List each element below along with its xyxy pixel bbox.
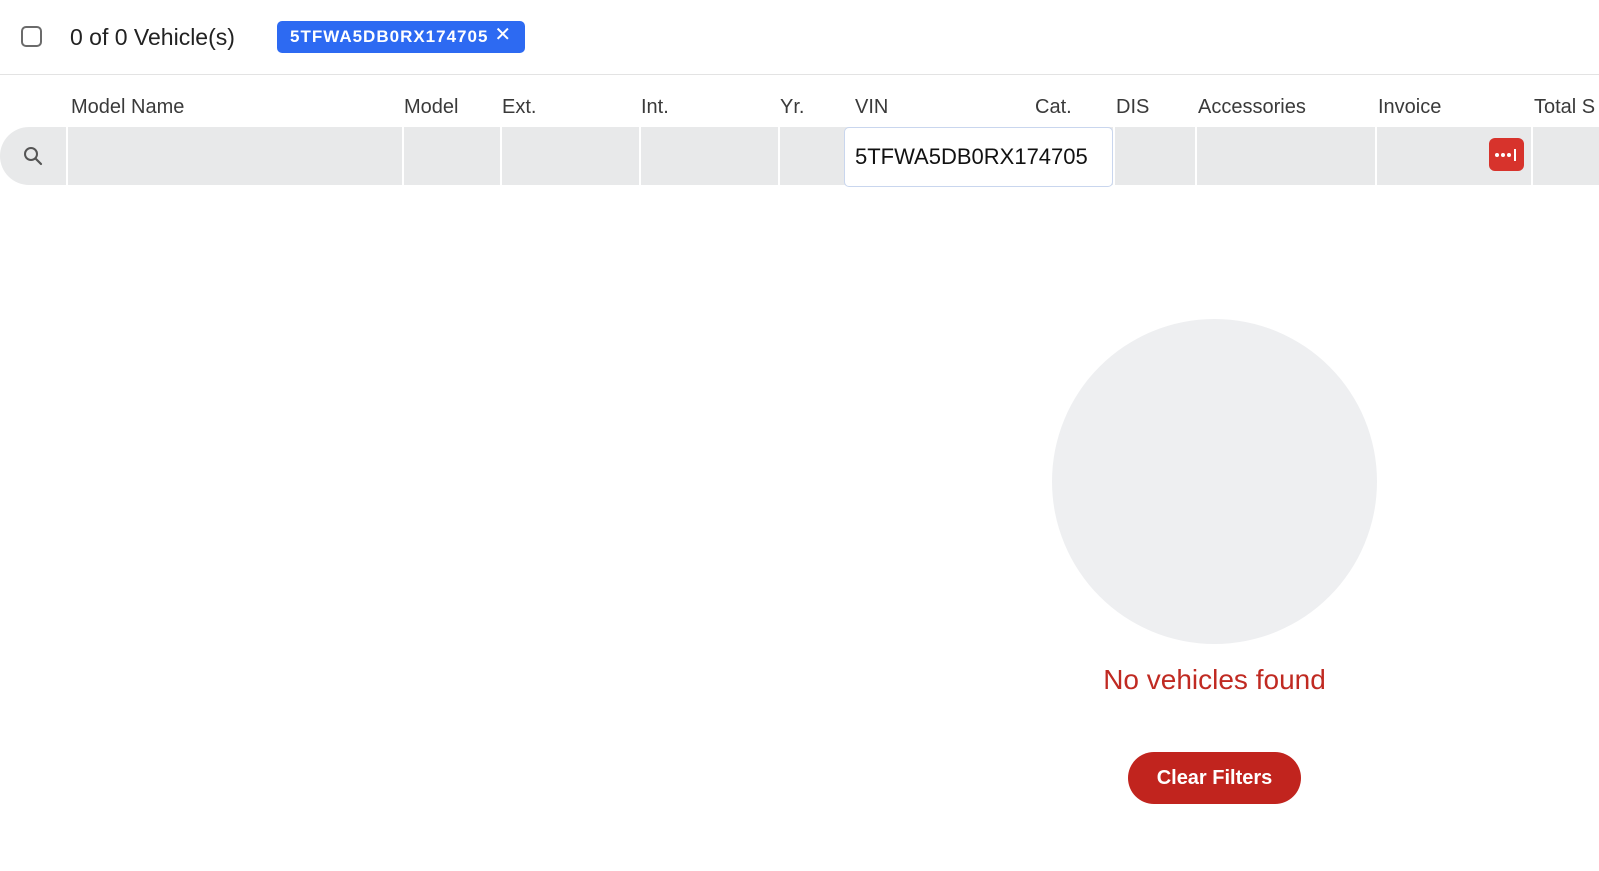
more-options-icon [1494,148,1516,161]
column-header-int[interactable]: Int. [641,96,669,119]
column-header-ext[interactable]: Ext. [502,96,536,119]
more-options-button[interactable] [1489,138,1524,171]
column-header-model-name[interactable]: Model Name [71,96,184,119]
filter-chip-label: 5TFWA5DB0RX174705 [290,27,489,46]
filter-ext[interactable] [500,127,639,185]
column-header-dis[interactable]: DIS [1116,96,1149,119]
search-icon [24,147,43,166]
toolbar: 0 of 0 Vehicle(s) 5TFWA5DB0RX174705 ✕ [0,0,1599,75]
filter-chip-vin[interactable]: 5TFWA5DB0RX174705 ✕ [277,21,525,53]
clear-filters-button[interactable]: Clear Filters [1128,752,1301,804]
column-header-model[interactable]: Model [404,96,458,119]
vehicle-count: 0 of 0 Vehicle(s) [70,24,235,50]
column-header-accessories[interactable]: Accessories [1198,96,1306,119]
column-header-invoice[interactable]: Invoice [1378,96,1441,119]
column-header-vin[interactable]: VIN [855,96,888,119]
column-header-total[interactable]: Total S [1534,96,1595,119]
vin-filter-input[interactable] [844,127,1113,187]
filter-model-name[interactable] [66,127,402,185]
filter-model[interactable] [402,127,500,185]
filter-accessories[interactable] [1195,127,1375,185]
filter-yr[interactable] [778,127,844,185]
close-icon[interactable]: ✕ [494,22,512,47]
filter-int[interactable] [639,127,778,185]
filter-row [0,127,1599,185]
empty-state-message: No vehicles found [1103,664,1326,695]
column-header-yr[interactable]: Yr. [780,96,804,119]
filter-total[interactable] [1531,127,1599,185]
select-all-checkbox[interactable] [21,26,42,47]
table-header: Model Name Model Ext. Int. Yr. VIN Cat. … [0,96,1599,124]
filter-dis[interactable] [1113,127,1195,185]
empty-state-illustration [1052,319,1377,644]
column-header-cat[interactable]: Cat. [1035,96,1072,119]
